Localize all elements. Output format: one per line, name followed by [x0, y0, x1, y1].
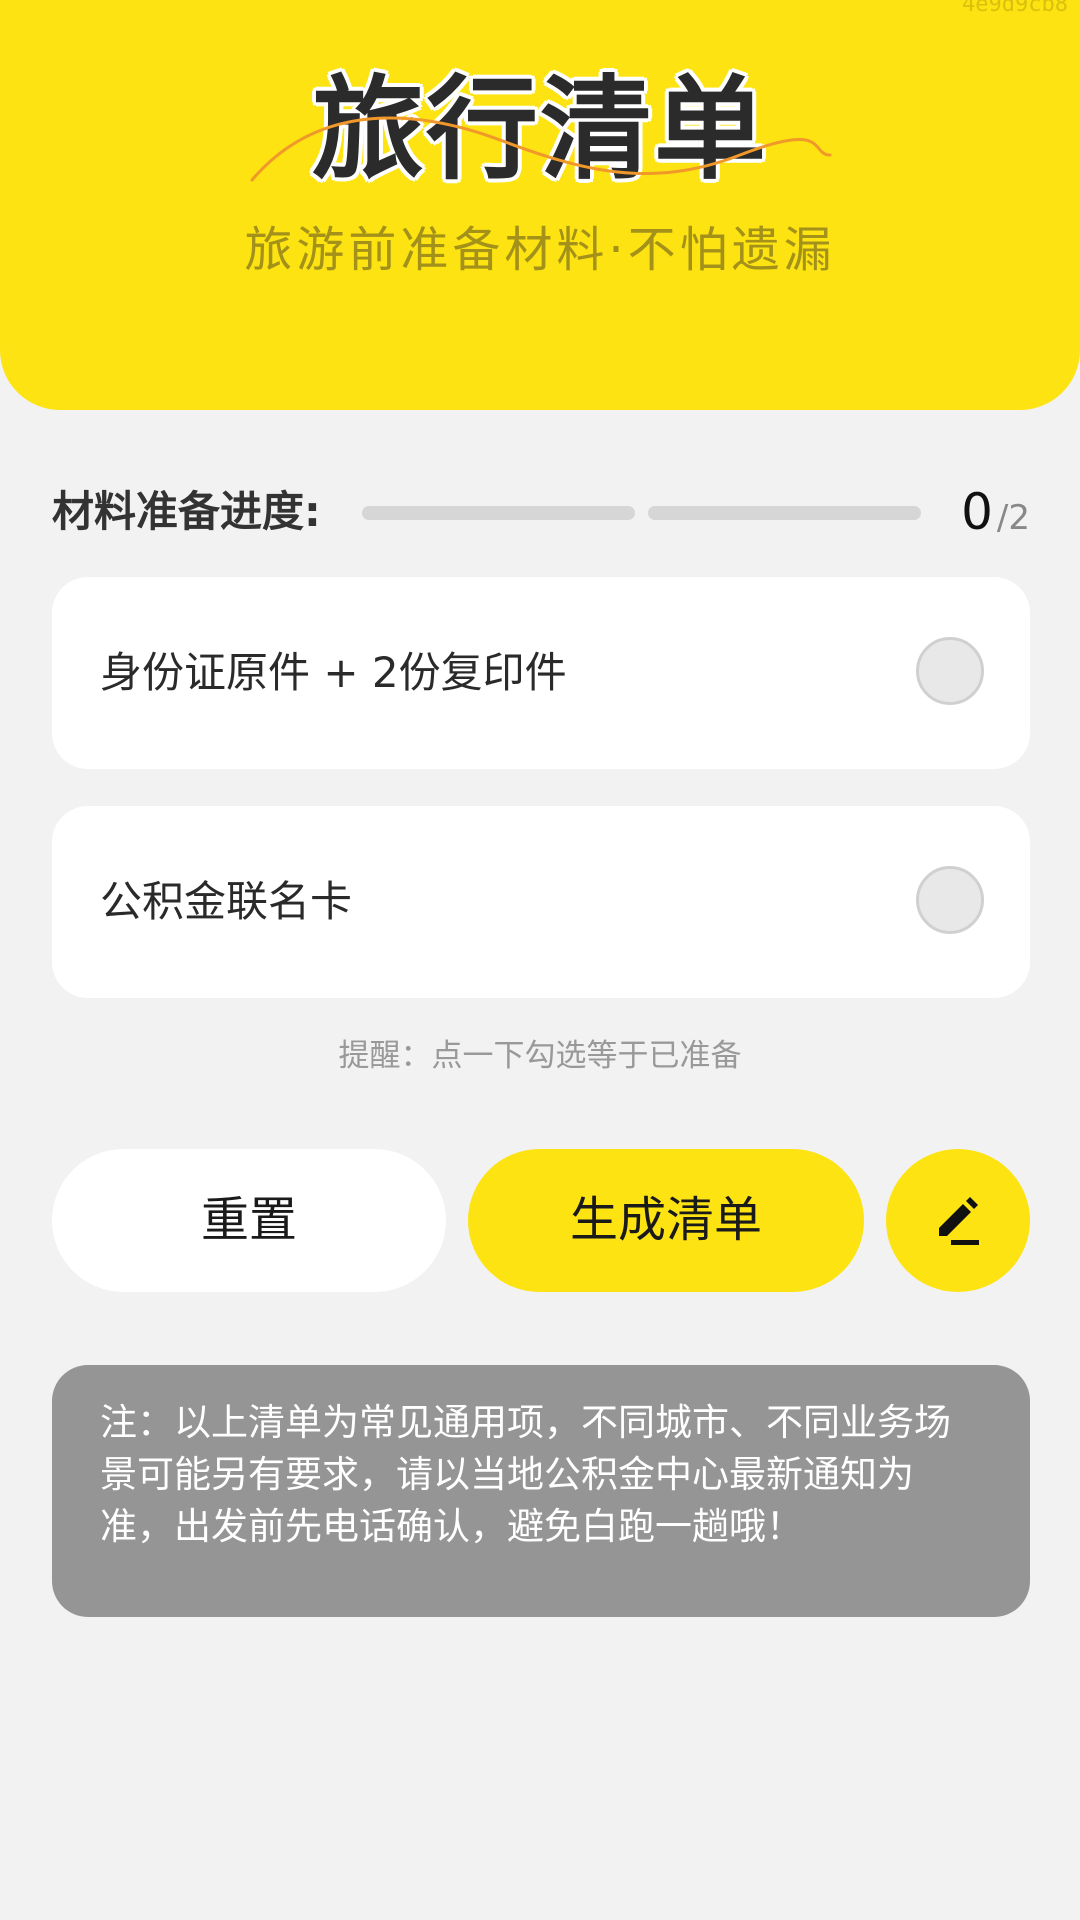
- progress-segment: [362, 506, 635, 520]
- edit-button[interactable]: [886, 1149, 1030, 1292]
- progress-done-count: 0: [961, 483, 993, 541]
- pencil-icon: [939, 1197, 979, 1245]
- progress-segment: [648, 506, 921, 520]
- page-subtitle: 旅游前准备材料·不怕遗漏: [244, 222, 836, 278]
- header-banner: 4e9d9cb8 旅行清单 旅游前准备材料·不怕遗漏: [0, 0, 1080, 410]
- corner-code: 4e9d9cb8: [962, 0, 1068, 17]
- progress-total-count: /2: [996, 498, 1030, 538]
- progress-row: 材料准备进度: 0/2: [52, 480, 1030, 544]
- checkbox-circle[interactable]: [916, 866, 984, 934]
- page-title: 旅行清单: [312, 65, 768, 195]
- checklist-item[interactable]: 公积金联名卡: [52, 806, 1030, 998]
- checkbox-circle[interactable]: [916, 637, 984, 705]
- reset-button[interactable]: 重置: [52, 1149, 446, 1292]
- checklist-item-label: 身份证原件 + 2份复印件: [100, 648, 567, 697]
- title-group: 旅行清单: [0, 60, 1080, 200]
- notice-box: 注：以上清单为常见通用项，不同城市、不同业务场景可能另有要求，请以当地公积金中心…: [52, 1365, 1030, 1617]
- progress-count: 0/2: [961, 480, 1030, 556]
- hint-text: 提醒：点一下勾选等于已准备: [338, 1038, 742, 1074]
- checklist-item[interactable]: 身份证原件 + 2份复印件: [52, 577, 1030, 769]
- checklist-item-label: 公积金联名卡: [100, 877, 353, 926]
- generate-list-button[interactable]: 生成清单: [468, 1149, 864, 1292]
- progress-label: 材料准备进度:: [52, 487, 321, 536]
